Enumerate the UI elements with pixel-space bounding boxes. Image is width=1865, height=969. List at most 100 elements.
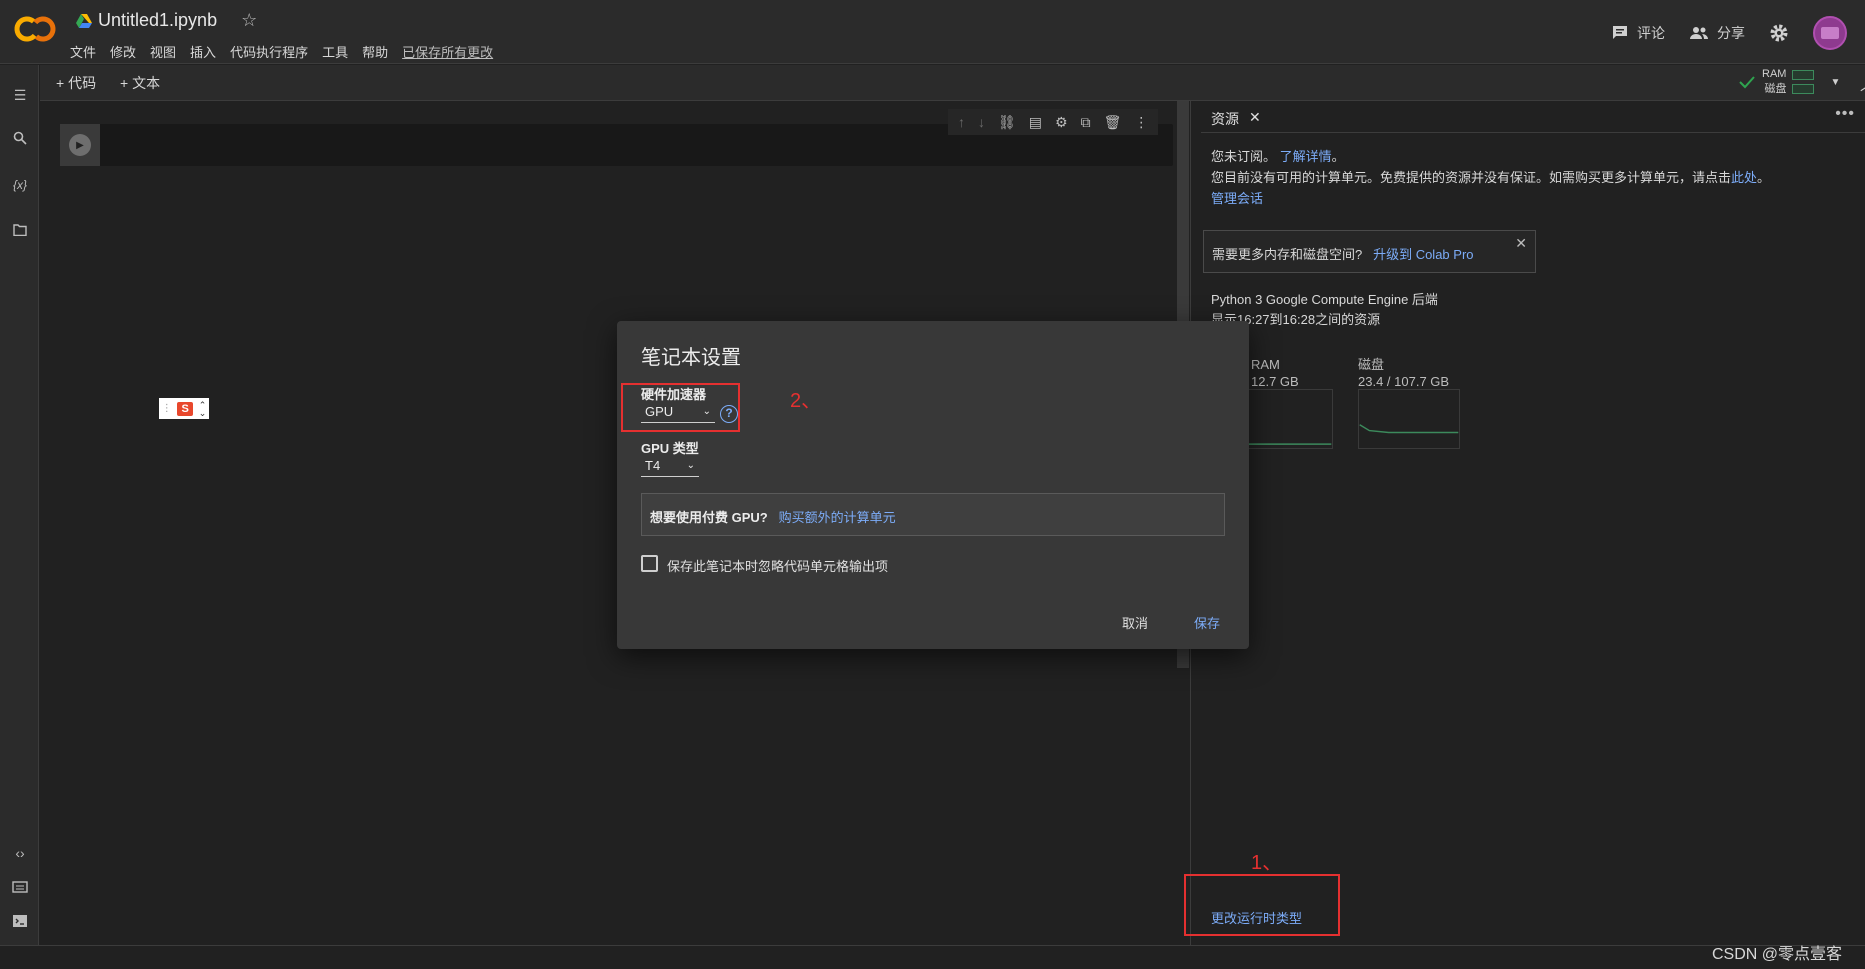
menu-tools[interactable]: 工具 bbox=[322, 42, 356, 61]
chevron-down-icon: ⌄ bbox=[686, 460, 695, 471]
annotation-box-2 bbox=[621, 383, 740, 432]
mirror-cell-icon[interactable]: ⧉ bbox=[1081, 114, 1091, 131]
paid-gpu-question: 想要使用付费 GPU? bbox=[650, 510, 768, 525]
menu-runtime[interactable]: 代码执行程序 bbox=[230, 42, 316, 61]
menu-bar: 文件 修改 视图 插入 代码执行程序 工具 帮助 已保存所有更改 bbox=[70, 42, 507, 61]
period-text: 。 bbox=[1331, 149, 1345, 164]
share-button[interactable]: 分享 bbox=[1689, 23, 1745, 43]
disk-usage-graph bbox=[1358, 389, 1460, 449]
annotation-step-2: 2、 bbox=[790, 390, 822, 412]
menu-help[interactable]: 帮助 bbox=[362, 42, 396, 61]
cancel-button[interactable]: 取消 bbox=[1122, 613, 1148, 632]
colab-logo-icon[interactable] bbox=[14, 14, 56, 44]
move-up-icon[interactable]: ↑ bbox=[958, 114, 965, 130]
buy-compute-units-link[interactable]: 购买额外的计算单元 bbox=[779, 510, 896, 525]
close-icon[interactable]: ✕ bbox=[1515, 235, 1527, 252]
input-method-icon: S bbox=[177, 401, 194, 416]
terminal-icon[interactable] bbox=[10, 913, 30, 933]
disk-indicator-label: 磁盘 bbox=[1764, 83, 1787, 95]
code-snippets-icon[interactable]: ‹› bbox=[10, 843, 30, 863]
tab-resources[interactable]: 资源 ✕ bbox=[1211, 109, 1261, 129]
watermark-text: CSDN @零点壹客 bbox=[1712, 946, 1843, 963]
menu-view[interactable]: 视图 bbox=[150, 42, 184, 61]
upsell-question: 需要更多内存和磁盘空间? bbox=[1212, 247, 1363, 262]
saved-status[interactable]: 已保存所有更改 bbox=[402, 42, 501, 61]
paid-gpu-text: 想要使用付费 GPU? 购买额外的计算单元 bbox=[650, 507, 896, 526]
widget-handle-icon: ⋮ bbox=[161, 403, 172, 414]
connected-check-icon bbox=[1739, 76, 1755, 89]
link-icon[interactable]: ⛓ bbox=[998, 114, 1016, 131]
notebook-title[interactable]: Untitled1.ipynb bbox=[98, 10, 217, 31]
ram-graph-title: RAM bbox=[1251, 357, 1280, 372]
more-horiz-icon[interactable]: ••• bbox=[1835, 105, 1855, 123]
resources-panel: 资源 ✕ ••• 您未订阅。 了解详情。 您目前没有可用的计算单元。免费提供的资… bbox=[1190, 101, 1865, 945]
settings-gear-icon[interactable] bbox=[1769, 23, 1789, 43]
share-label: 分享 bbox=[1717, 25, 1745, 41]
gpu-type-value: T4 bbox=[645, 458, 661, 473]
disk-graph-title: 磁盘 bbox=[1358, 357, 1385, 372]
delete-icon[interactable]: 🗑 bbox=[1104, 114, 1122, 131]
left-sidebar: ☰ {x} ‹› bbox=[0, 65, 39, 945]
learn-more-link[interactable]: 了解详情 bbox=[1280, 149, 1332, 164]
cell-settings-icon[interactable]: ⚙ bbox=[1055, 114, 1068, 131]
google-drive-icon[interactable] bbox=[76, 13, 92, 29]
here-link[interactable]: 此处 bbox=[1731, 170, 1757, 185]
add-text-button[interactable]: + 文本 bbox=[120, 73, 160, 93]
comment-cell-icon[interactable]: ▤ bbox=[1029, 114, 1042, 131]
disk-bar bbox=[1792, 84, 1815, 94]
variables-icon[interactable]: {x} bbox=[10, 175, 30, 195]
menu-edit[interactable]: 修改 bbox=[110, 42, 144, 61]
folder-icon[interactable] bbox=[10, 221, 30, 241]
search-icon[interactable] bbox=[10, 130, 30, 150]
add-code-button[interactable]: + 代码 bbox=[56, 73, 96, 93]
floating-widget[interactable]: ⋮ S ⌃ ⌄ bbox=[159, 398, 209, 419]
command-palette-icon[interactable] bbox=[10, 878, 30, 898]
upsell-text: 需要更多内存和磁盘空间? 升级到 Colab Pro bbox=[1212, 244, 1474, 263]
star-icon[interactable]: ☆ bbox=[241, 10, 257, 31]
period-text-2: 。 bbox=[1757, 170, 1771, 185]
backend-info: Python 3 Google Compute Engine 后端 bbox=[1211, 292, 1438, 307]
chevron-down-icon[interactable]: ▼ bbox=[1830, 77, 1840, 88]
paid-gpu-card: 想要使用付费 GPU? 购买额外的计算单元 bbox=[641, 493, 1225, 536]
app-header: Untitled1.ipynb ☆ 文件 修改 视图 插入 代码执行程序 工具 … bbox=[0, 0, 1865, 64]
manage-sessions-link[interactable]: 管理会话 bbox=[1211, 188, 1263, 207]
title-row: Untitled1.ipynb ☆ bbox=[76, 10, 257, 31]
tab-divider bbox=[1201, 132, 1865, 133]
upsell-card: 需要更多内存和磁盘空间? 升级到 Colab Pro ✕ bbox=[1203, 230, 1536, 273]
dialog-title: 笔记本设置 bbox=[641, 347, 741, 369]
subscription-status: 您未订阅。 了解详情。 bbox=[1211, 146, 1345, 165]
play-icon: ▶ bbox=[69, 134, 91, 156]
ram-graph-value: 12.7 GB bbox=[1251, 374, 1299, 389]
ram-graph-label: RAM 12.7 GB bbox=[1251, 356, 1299, 390]
disk-graph-label: 磁盘 23.4 / 107.7 GB bbox=[1358, 356, 1449, 390]
table-of-contents-icon[interactable]: ☰ bbox=[10, 85, 30, 105]
notebook-settings-dialog: 笔记本设置 硬件加速器 GPU ⌄ ? GPU 类型 T4 ⌄ 想要使用付费 G… bbox=[617, 321, 1249, 649]
status-bar bbox=[0, 945, 1865, 969]
gpu-type-select[interactable]: T4 ⌄ bbox=[641, 455, 699, 477]
annotation-step-1: 1、 bbox=[1251, 852, 1283, 874]
disk-graph-value: 23.4 / 107.7 GB bbox=[1358, 374, 1450, 389]
more-vert-icon[interactable]: ⋮ bbox=[1134, 114, 1148, 131]
omit-output-checkbox[interactable] bbox=[641, 555, 658, 572]
move-down-icon[interactable]: ↓ bbox=[978, 114, 985, 130]
widget-chevron-icon[interactable]: ⌃ ⌄ bbox=[199, 400, 207, 417]
close-icon[interactable]: ✕ bbox=[1249, 109, 1261, 129]
resource-indicator[interactable]: RAM 磁盘 ▼ bbox=[1738, 67, 1840, 97]
ram-indicator-label: RAM bbox=[1762, 68, 1787, 80]
tab-resources-label: 资源 bbox=[1211, 111, 1239, 127]
user-avatar[interactable] bbox=[1813, 16, 1847, 50]
menu-insert[interactable]: 插入 bbox=[190, 42, 224, 61]
comment-button[interactable]: 评论 bbox=[1611, 23, 1665, 43]
comment-icon bbox=[1613, 26, 1627, 39]
omit-output-label: 保存此笔记本时忽略代码单元格输出项 bbox=[667, 559, 889, 574]
run-cell-button[interactable]: ▶ bbox=[60, 124, 100, 166]
upgrade-pro-link[interactable]: 升级到 Colab Pro bbox=[1373, 247, 1473, 262]
compute-units-info: 您目前没有可用的计算单元。免费提供的资源并没有保证。如需购买更多计算单元，请点击… bbox=[1211, 167, 1770, 186]
save-button[interactable]: 保存 bbox=[1194, 613, 1220, 632]
no-units-text: 您目前没有可用的计算单元。免费提供的资源并没有保证。如需购买更多计算单元，请点击 bbox=[1211, 170, 1732, 185]
comment-label: 评论 bbox=[1637, 25, 1665, 41]
not-subscribed-text: 您未订阅。 bbox=[1211, 149, 1277, 164]
collapse-header-icon[interactable]: ︿ bbox=[1860, 71, 1865, 95]
menu-file[interactable]: 文件 bbox=[70, 42, 104, 61]
people-icon bbox=[1690, 27, 1708, 39]
